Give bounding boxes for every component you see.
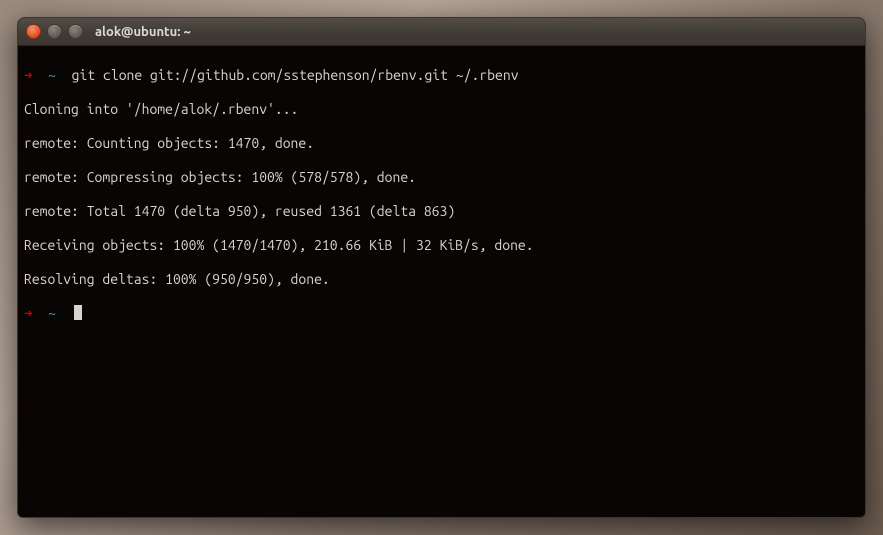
close-button[interactable] <box>26 24 41 39</box>
output-line: remote: Total 1470 (delta 950), reused 1… <box>24 203 859 220</box>
cursor <box>74 305 82 320</box>
prompt-arrow: ➜ <box>24 305 32 321</box>
prompt-line-2: ➜ ~ <box>24 305 859 322</box>
output-line: Receiving objects: 100% (1470/1470), 210… <box>24 237 859 254</box>
titlebar[interactable]: alok@ubuntu: ~ <box>18 18 865 46</box>
maximize-button[interactable] <box>68 24 83 39</box>
command-text: git clone git://github.com/sstephenson/r… <box>72 67 519 83</box>
terminal-body[interactable]: ➜ ~ git clone git://github.com/sstephens… <box>18 46 865 517</box>
output-line: Resolving deltas: 100% (950/950), done. <box>24 271 859 288</box>
output-line: remote: Compressing objects: 100% (578/5… <box>24 169 859 186</box>
prompt-line-1: ➜ ~ git clone git://github.com/sstephens… <box>24 67 859 84</box>
output-line: Cloning into '/home/alok/.rbenv'... <box>24 101 859 118</box>
prompt-arrow: ➜ <box>24 67 32 83</box>
terminal-window: alok@ubuntu: ~ ➜ ~ git clone git://githu… <box>17 17 866 518</box>
prompt-cwd: ~ <box>48 305 56 321</box>
prompt-cwd: ~ <box>48 67 56 83</box>
window-buttons <box>26 24 83 39</box>
output-line: remote: Counting objects: 1470, done. <box>24 135 859 152</box>
minimize-button[interactable] <box>47 24 62 39</box>
window-title: alok@ubuntu: ~ <box>95 25 191 39</box>
